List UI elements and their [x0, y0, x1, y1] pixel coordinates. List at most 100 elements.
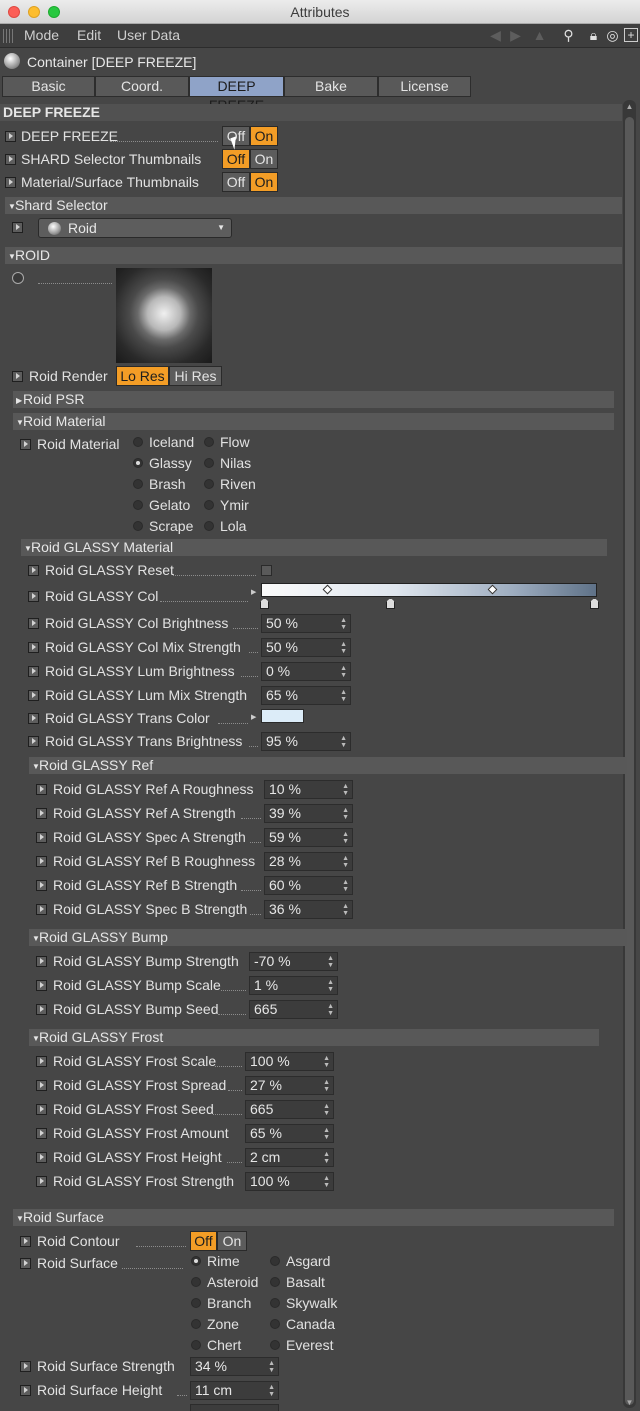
glassy-row-0-field[interactable]: 50 % ▲ ▼	[261, 614, 351, 633]
section-glassy-frost[interactable]: ▼Roid GLASSY Frost	[29, 1029, 599, 1046]
bump-row-2-field[interactable]: 665 ▲ ▼	[249, 1000, 338, 1019]
spinner-arrows-icon[interactable]: ▲ ▼	[327, 1003, 334, 1017]
spinner-arrows-icon[interactable]: ▲ ▼	[323, 1127, 330, 1141]
deep-freeze-toggle-1-off[interactable]: Off	[222, 149, 250, 169]
frost-row-2-field[interactable]: 665 ▲ ▼	[245, 1100, 334, 1119]
material-radio-iceland[interactable]	[133, 437, 143, 447]
deep-freeze-toggle-2-on[interactable]: On	[250, 172, 278, 192]
keyframe-icon[interactable]	[28, 642, 39, 653]
spinner-arrows-icon[interactable]: ▲ ▼	[323, 1151, 330, 1165]
ref-row-5-field[interactable]: 36 % ▲ ▼	[264, 900, 353, 919]
ref-row-3-field[interactable]: 28 % ▲ ▼	[264, 852, 353, 871]
ref-row-2-field[interactable]: 59 % ▲ ▼	[264, 828, 353, 847]
section-roid[interactable]: ▼ROID	[5, 247, 622, 264]
deep-freeze-toggle-2-off[interactable]: Off	[222, 172, 250, 192]
keyframe-icon[interactable]	[36, 904, 47, 915]
ref-row-1-field[interactable]: 39 % ▲ ▼	[264, 804, 353, 823]
frost-row-0-field[interactable]: 100 % ▲ ▼	[245, 1052, 334, 1071]
keyframe-icon[interactable]	[28, 713, 39, 724]
ref-row-4-field[interactable]: 60 % ▲ ▼	[264, 876, 353, 895]
glassy-row-3-field[interactable]: 65 % ▲ ▼	[261, 686, 351, 705]
tab-basic[interactable]: Basic	[2, 76, 95, 97]
material-radio-glassy[interactable]	[133, 458, 143, 468]
triangle-down-icon[interactable]: ▼	[13, 1210, 24, 1227]
surface-radio-everest[interactable]	[270, 1340, 280, 1350]
glassy-trans-brightness-field[interactable]: 95 % ▲ ▼	[261, 732, 351, 751]
menu-user-data[interactable]: User Data	[117, 27, 180, 43]
surface-radio-asteroid[interactable]	[191, 1277, 201, 1287]
surface-radio-basalt[interactable]	[270, 1277, 280, 1287]
spinner-arrows-icon[interactable]: ▲ ▼	[342, 807, 349, 821]
keyframe-icon[interactable]	[36, 1104, 47, 1115]
spinner-arrows-icon[interactable]: ▲ ▼	[323, 1103, 330, 1117]
surface-radio-skywalk[interactable]	[270, 1298, 280, 1308]
keyframe-icon[interactable]	[5, 177, 16, 188]
triangle-right-icon[interactable]: ▶	[13, 392, 23, 409]
spinner-arrows-icon[interactable]: ▲ ▼	[268, 1384, 275, 1398]
scroll-up-icon[interactable]: ▲	[624, 102, 635, 112]
frost-row-3-field[interactable]: 65 % ▲ ▼	[245, 1124, 334, 1143]
gradient-bar[interactable]	[261, 583, 597, 597]
spinner-arrows-icon[interactable]: ▲ ▼	[342, 783, 349, 797]
triangle-down-icon[interactable]: ▼	[5, 248, 16, 265]
partial-field[interactable]	[190, 1404, 279, 1411]
glassy-reset-checkbox[interactable]	[261, 565, 272, 576]
section-deep-freeze[interactable]: DEEP FREEZE	[0, 104, 622, 121]
spinner-arrows-icon[interactable]: ▲ ▼	[340, 735, 347, 749]
keyframe-icon[interactable]	[36, 980, 47, 991]
keyframe-icon[interactable]	[20, 1236, 31, 1247]
gradient-color-knot[interactable]	[260, 598, 269, 609]
surface-radio-branch[interactable]	[191, 1298, 201, 1308]
target-icon[interactable]: ◎	[605, 28, 620, 43]
frost-row-1-field[interactable]: 27 % ▲ ▼	[245, 1076, 334, 1095]
keyframe-icon[interactable]	[36, 1080, 47, 1091]
spinner-arrows-icon[interactable]: ▲ ▼	[327, 979, 334, 993]
menu-edit[interactable]: Edit	[77, 27, 101, 43]
surface-radio-zone[interactable]	[191, 1319, 201, 1329]
material-radio-gelato[interactable]	[133, 500, 143, 510]
deep-freeze-toggle-0-on[interactable]: On	[250, 126, 278, 146]
scroll-down-icon[interactable]: ▼	[624, 1398, 635, 1408]
gradient-color-knot[interactable]	[590, 598, 599, 609]
keyframe-icon[interactable]	[20, 1361, 31, 1372]
keyframe-icon[interactable]	[5, 154, 16, 165]
keyframe-icon[interactable]	[36, 832, 47, 843]
keyframe-icon[interactable]	[36, 1176, 47, 1187]
up-arrow-icon[interactable]: ▲	[532, 28, 547, 43]
keyframe-icon[interactable]	[12, 222, 23, 233]
keyframe-icon[interactable]	[36, 1056, 47, 1067]
surface-strength-field[interactable]: 34 % ▲ ▼	[190, 1357, 279, 1376]
close-window-button[interactable]	[8, 6, 20, 18]
roid-contour-toggle-off[interactable]: Off	[190, 1231, 217, 1251]
menu-mode[interactable]: Mode	[24, 27, 59, 43]
triangle-down-icon[interactable]: ▼	[21, 540, 32, 557]
surface-height-field[interactable]: 11 cm ▲ ▼	[190, 1381, 279, 1400]
spinner-arrows-icon[interactable]: ▲ ▼	[323, 1079, 330, 1093]
spinner-arrows-icon[interactable]: ▲ ▼	[340, 641, 347, 655]
tab-bake[interactable]: Bake	[284, 76, 378, 97]
new-panel-icon[interactable]: +	[624, 28, 638, 42]
keyframe-icon[interactable]	[36, 1128, 47, 1139]
spinner-arrows-icon[interactable]: ▲ ▼	[342, 879, 349, 893]
spinner-arrows-icon[interactable]: ▲ ▼	[340, 689, 347, 703]
keyframe-icon[interactable]	[28, 666, 39, 677]
keyframe-double-icon[interactable]	[28, 565, 39, 576]
roid-contour-toggle-on[interactable]: On	[217, 1231, 247, 1251]
keyframe-icon[interactable]	[28, 736, 39, 747]
keyframe-icon[interactable]	[28, 690, 39, 701]
spinner-arrows-icon[interactable]: ▲ ▼	[323, 1055, 330, 1069]
forward-arrow-icon[interactable]: ▶	[508, 28, 523, 43]
keyframe-icon[interactable]	[36, 956, 47, 967]
keyframe-icon[interactable]	[36, 880, 47, 891]
minimize-window-button[interactable]	[28, 6, 40, 18]
tab-coord[interactable]: Coord.	[95, 76, 189, 97]
keyframe-icon[interactable]	[36, 1152, 47, 1163]
spinner-arrows-icon[interactable]: ▲ ▼	[268, 1360, 275, 1374]
surface-radio-chert[interactable]	[191, 1340, 201, 1350]
spinner-arrows-icon[interactable]: ▲ ▼	[327, 955, 334, 969]
triangle-down-icon[interactable]: ▼	[5, 198, 16, 215]
spinner-arrows-icon[interactable]: ▲ ▼	[323, 1175, 330, 1189]
section-glassy-material[interactable]: ▼Roid GLASSY Material	[21, 539, 607, 556]
triangle-down-icon[interactable]: ▼	[29, 1030, 40, 1047]
frost-row-4-field[interactable]: 2 cm ▲ ▼	[245, 1148, 334, 1167]
